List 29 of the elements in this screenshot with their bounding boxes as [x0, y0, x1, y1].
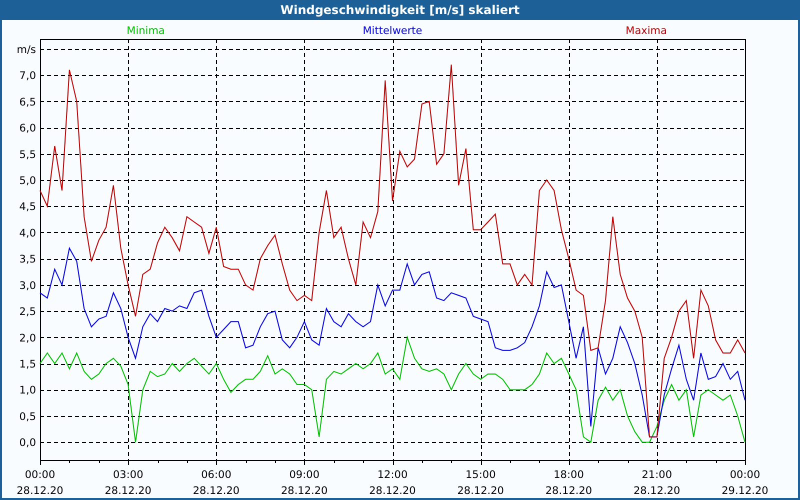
- y-axis-label: 1,5: [19, 358, 36, 371]
- y-axis-label: 5,5: [19, 148, 36, 161]
- x-axis-label: 00:00 29.12.20: [722, 469, 768, 497]
- legend-label: Maxima: [626, 25, 667, 37]
- legend-label: Mittelwerte: [362, 25, 422, 37]
- y-axis-label: 3,0: [19, 280, 36, 292]
- y-axis-label: 4,5: [19, 201, 36, 214]
- y-axis-label: 7,0: [19, 70, 36, 82]
- y-axis-label: 3,5: [19, 254, 36, 266]
- x-axis-label: 15:00 28.12.20: [457, 469, 504, 497]
- y-axis-label: m/s: [16, 44, 36, 56]
- x-axis-label: 06:00 28.12.20: [192, 469, 240, 497]
- x-axis-label: 03:00 28.12.20: [104, 469, 152, 497]
- y-axis-label: 4,0: [19, 227, 36, 240]
- y-axis-label: 2,5: [19, 306, 36, 318]
- window-title: Windgeschwindigkeit [m/s] skaliert: [280, 3, 520, 17]
- x-axis-label: 09:00 28.12.20: [281, 469, 328, 497]
- y-axis-label: 0,5: [19, 410, 36, 423]
- x-axis-label: 00:00 28.12.20: [16, 469, 64, 497]
- y-axis-label: 6,5: [19, 96, 36, 108]
- x-axis-label: 12:00 28.12.20: [369, 469, 416, 497]
- x-axis-label: 21:00 28.12.20: [634, 469, 680, 497]
- y-axis-label: 0,0: [19, 437, 36, 450]
- y-axis-label: 1,0: [19, 384, 36, 397]
- y-axis-label: 5,0: [19, 175, 36, 188]
- x-axis-label: 18:00 28.12.20: [545, 469, 592, 497]
- legend-label: Minima: [126, 25, 165, 37]
- y-axis-label: 6,0: [19, 122, 36, 135]
- y-axis-label: 2,0: [19, 332, 36, 344]
